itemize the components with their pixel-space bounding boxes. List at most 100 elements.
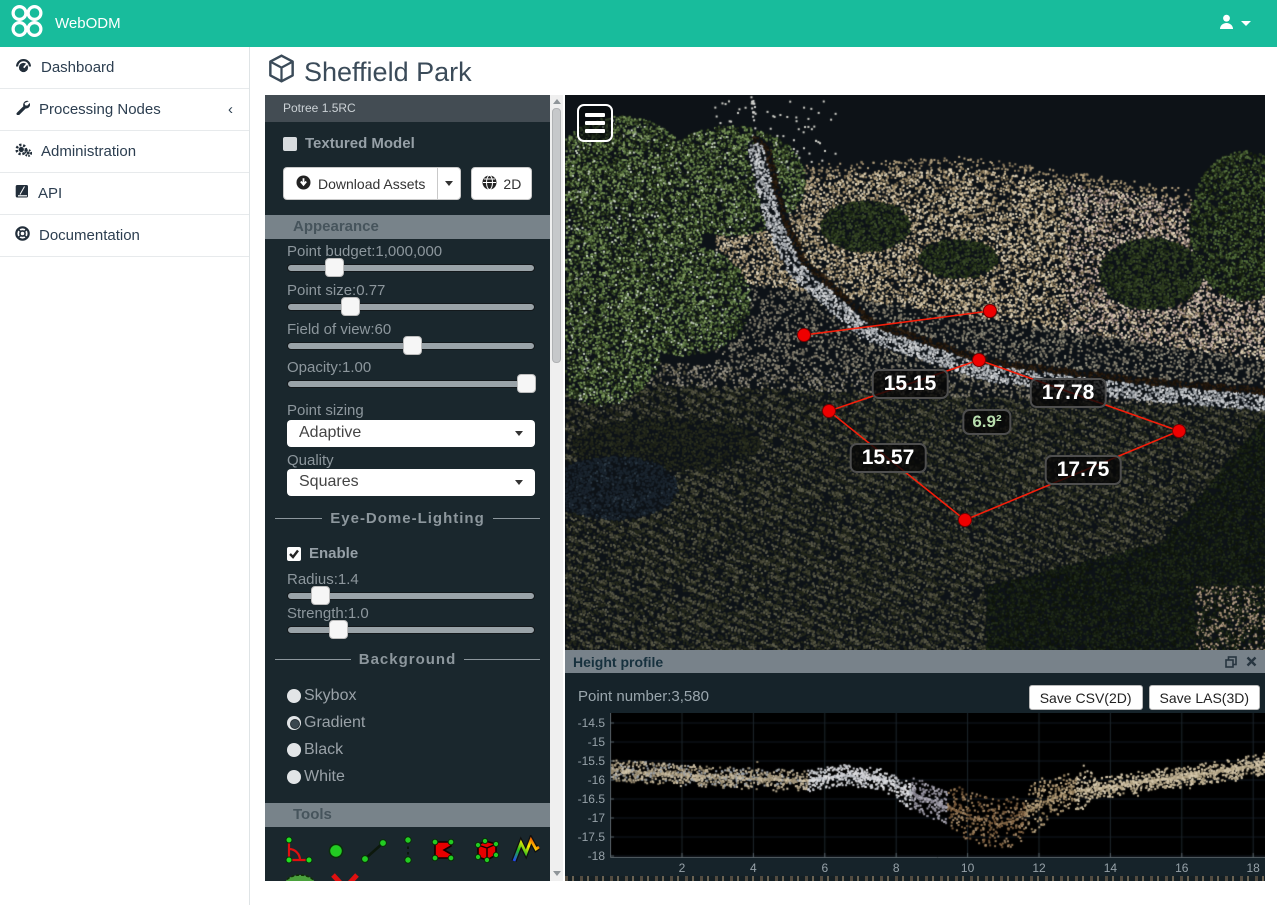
point-number-label: Point number:3,580 (578, 688, 709, 705)
y-axis-tick-label: -15 (565, 735, 605, 749)
brand[interactable]: WebODM (0, 3, 121, 45)
background-radio-white[interactable]: White (287, 768, 345, 786)
radio-icon[interactable] (287, 770, 301, 784)
wrench-icon (15, 100, 30, 119)
point-sizing-select[interactable]: Adaptive (287, 420, 535, 447)
opacity-slider[interactable] (287, 380, 535, 388)
x-axis-tick-label: 18 (1247, 861, 1260, 875)
edl-strength-slider[interactable] (287, 626, 535, 634)
appearance-section-header[interactable]: Appearance (265, 215, 550, 239)
radio-icon[interactable] (287, 689, 301, 703)
clip-volume-tool-icon[interactable] (281, 872, 319, 881)
y-axis-tick-label: -17 (565, 811, 605, 825)
height-tool-icon[interactable] (398, 835, 418, 870)
sidebar-item-documentation[interactable]: Documentation (0, 215, 249, 257)
user-menu[interactable] (1219, 0, 1251, 47)
point-size-slider-group: Point size:0.77 (287, 282, 535, 311)
field-of-view-slider[interactable] (287, 342, 535, 350)
webodm-logo-icon (9, 3, 45, 45)
point-budget-slider-group: Point budget:1,000,000 (287, 243, 535, 272)
point-budget-slider[interactable] (287, 264, 535, 272)
download-assets-dropdown-button[interactable] (437, 167, 461, 200)
scrollbar-thumb[interactable] (552, 108, 561, 363)
download-assets-button[interactable]: Download Assets (283, 167, 437, 200)
3d-viewer[interactable]: 15.1517.7815.5717.756.9² Height profile … (565, 95, 1265, 881)
volume-tool-icon[interactable] (468, 835, 502, 870)
save-las-button[interactable]: Save LAS(3D) (1149, 685, 1260, 710)
height-profile-title: Height profile (573, 654, 1216, 670)
profile-tool-icon[interactable] (511, 835, 541, 870)
radio-label: White (304, 768, 345, 786)
sidebar-item-administration[interactable]: Administration (0, 131, 249, 173)
edl-radius-slider-group: Radius:1.4 (287, 571, 535, 600)
sidebar-item-api[interactable]: API (0, 173, 249, 215)
viewer-menu-button[interactable] (577, 104, 613, 142)
radio-label: Black (304, 741, 343, 759)
area-tool-icon[interactable] (427, 835, 459, 870)
area-label: 6.9² (962, 409, 1011, 435)
view-2d-button[interactable]: 2D (471, 167, 532, 200)
radio-label: Gradient (304, 714, 365, 732)
slider-handle[interactable] (329, 620, 348, 639)
caret-down-icon (515, 431, 523, 436)
remove-clip-tool-icon[interactable] (328, 872, 362, 881)
height-profile-chart[interactable] (610, 713, 1265, 858)
page-title: Sheffield Park (268, 54, 472, 90)
profile-panel-resize-edge[interactable] (565, 876, 1265, 881)
dashboard-icon (15, 58, 32, 77)
sidebar-item-processing-nodes[interactable]: Processing Nodes ‹ (0, 89, 249, 131)
height-profile-titlebar[interactable]: Height profile (565, 650, 1265, 673)
download-circle-icon (296, 175, 311, 193)
save-csv-button[interactable]: Save CSV(2D) (1029, 685, 1143, 710)
collapse-chevron-icon[interactable]: ‹ (228, 101, 233, 118)
life-ring-icon (15, 226, 30, 245)
textured-model-toggle[interactable]: Textured Model (283, 135, 415, 152)
potree-version-label: Potree 1.5RC (265, 95, 550, 122)
slider-handle[interactable] (325, 258, 344, 277)
webodm-app: WebODM Dashboard Processing Nodes ‹ Admi… (0, 0, 1277, 905)
potree-panel-scrollbar[interactable] (550, 95, 563, 881)
caret-down-icon (1241, 21, 1251, 26)
sidebar-item-label: Processing Nodes (39, 101, 161, 118)
gears-icon (15, 142, 32, 161)
y-axis-tick-label: -18 (565, 849, 605, 863)
scroll-down-arrow-icon[interactable] (553, 871, 561, 876)
slider-handle[interactable] (311, 586, 330, 605)
distance-label: 17.75 (1045, 455, 1122, 485)
radio-icon[interactable] (287, 743, 301, 757)
close-icon[interactable] (1246, 656, 1257, 667)
distance-tool-icon[interactable] (359, 835, 389, 870)
quality-label: Quality (287, 452, 334, 469)
distance-label: 15.15 (872, 369, 949, 399)
edl-radius-slider[interactable] (287, 592, 535, 600)
background-radio-gradient[interactable]: Gradient (287, 714, 365, 732)
textured-model-checkbox[interactable] (283, 137, 297, 151)
slider-handle[interactable] (403, 336, 422, 355)
slider-handle[interactable] (517, 374, 536, 393)
radio-icon[interactable] (287, 716, 301, 730)
slider-handle[interactable] (341, 297, 360, 316)
x-axis-tick-label: 12 (1032, 861, 1045, 875)
tools-section-header[interactable]: Tools (265, 803, 550, 827)
sidebar-item-dashboard[interactable]: Dashboard (0, 47, 249, 89)
y-axis-tick-label: -16 (565, 773, 605, 787)
sidebar-item-label: Administration (41, 143, 136, 160)
brand-name: WebODM (55, 15, 121, 32)
angle-tool-icon[interactable] (281, 835, 313, 870)
background-section-legend: Background (275, 651, 540, 668)
x-axis-tick-label: 10 (961, 861, 974, 875)
scroll-up-arrow-icon[interactable] (553, 99, 561, 104)
distance-label: 17.78 (1030, 378, 1107, 408)
textured-model-label: Textured Model (305, 135, 415, 152)
sidebar-item-label: API (38, 185, 62, 202)
radio-label: Skybox (304, 687, 356, 705)
point-size-slider[interactable] (287, 303, 535, 311)
edl-enable-toggle[interactable]: Enable (287, 545, 358, 562)
edl-enable-checkbox[interactable] (287, 547, 301, 561)
quality-select[interactable]: Squares (287, 469, 535, 496)
restore-window-icon[interactable] (1225, 656, 1237, 668)
background-radio-black[interactable]: Black (287, 741, 343, 759)
point-tool-icon[interactable] (322, 835, 350, 870)
background-radio-skybox[interactable]: Skybox (287, 687, 356, 705)
height-profile-body: Point number:3,580 Save CSV(2D) Save LAS… (565, 673, 1265, 881)
